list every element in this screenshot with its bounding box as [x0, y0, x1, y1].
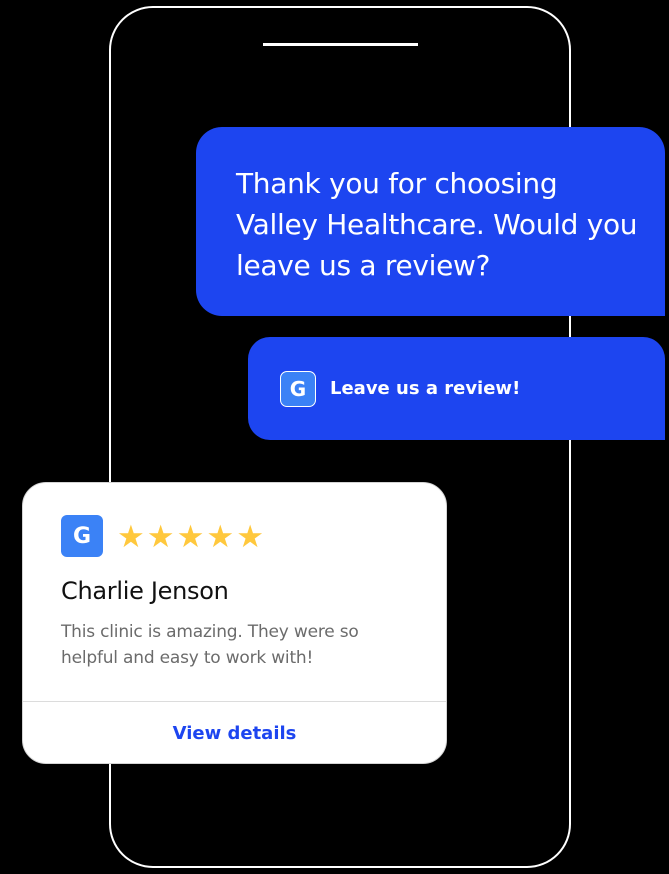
- star-rating: ★ ★ ★ ★ ★: [117, 521, 264, 552]
- review-card: G ★ ★ ★ ★ ★ Charlie Jenson This clinic is am…: [22, 482, 447, 764]
- message-bubble: Thank you for choosing Valley Healthcare…: [196, 127, 665, 316]
- leave-review-label: Leave us a review!: [330, 378, 521, 399]
- phone-speaker: [263, 43, 418, 46]
- reviewer-name: Charlie Jenson: [61, 577, 229, 605]
- star-icon: ★: [236, 518, 264, 554]
- star-icon: ★: [117, 518, 145, 554]
- message-text: Thank you for choosing Valley Healthcare…: [236, 167, 638, 282]
- review-text: This clinic is amazing. They were so hel…: [61, 622, 359, 668]
- star-icon: ★: [206, 518, 235, 554]
- google-icon: G: [61, 515, 103, 557]
- google-icon: G: [280, 370, 316, 407]
- star-icon: ★: [146, 518, 175, 554]
- star-icon: ★: [176, 518, 205, 554]
- leave-review-button[interactable]: G Leave us a review!: [248, 337, 665, 440]
- review-footer: View details: [23, 702, 446, 763]
- view-details-link[interactable]: View details: [173, 723, 297, 744]
- review-header: G ★ ★ ★ ★ ★: [61, 515, 446, 557]
- review-content: G ★ ★ ★ ★ ★ Charlie Jenson This clinic is am…: [23, 483, 446, 702]
